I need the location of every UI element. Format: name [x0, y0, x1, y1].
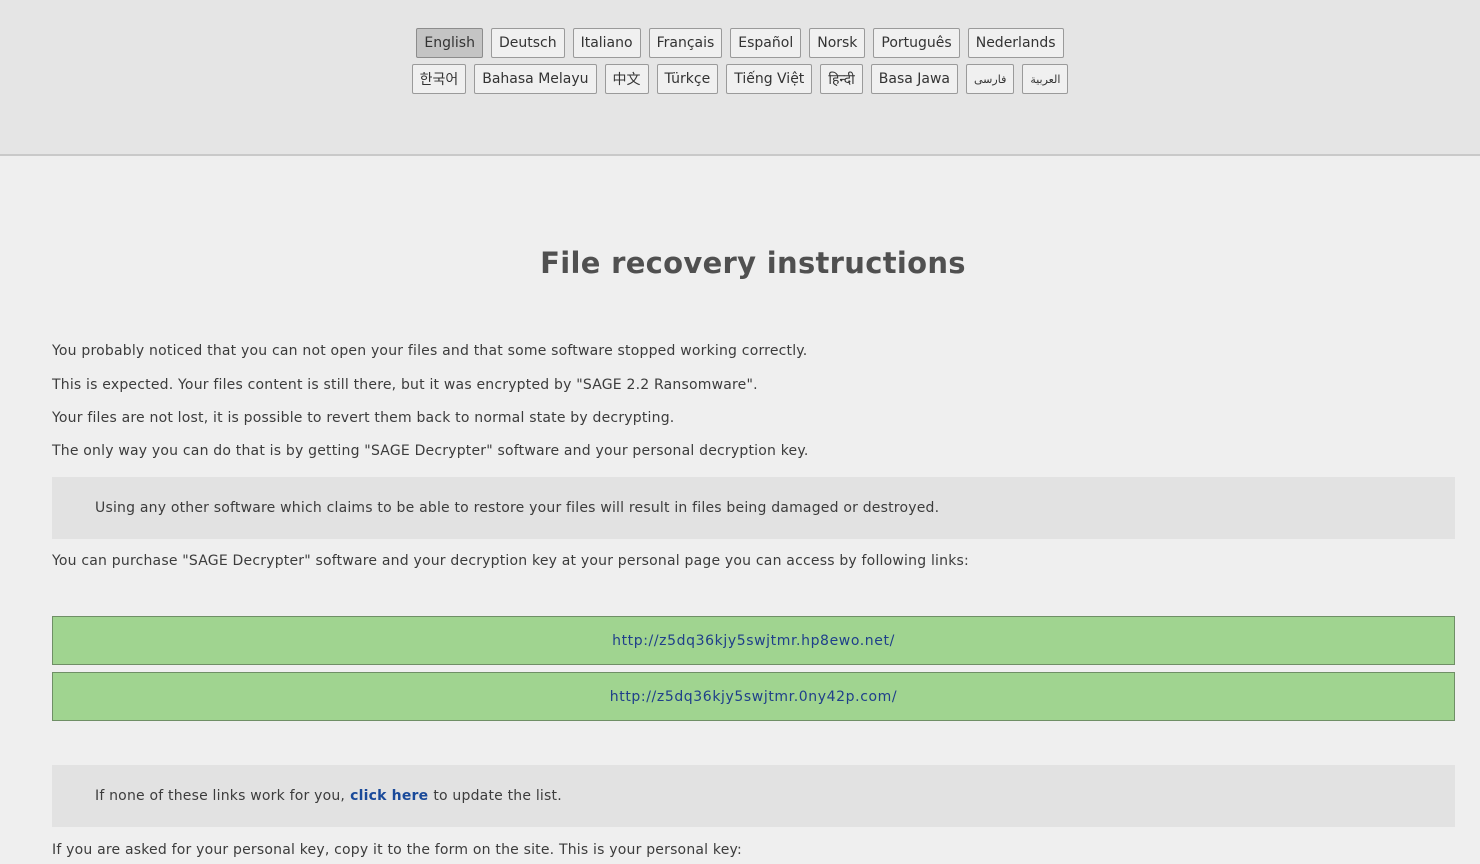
language-row-1: English Deutsch Italiano Français Españo… — [0, 28, 1480, 58]
intro-paragraph-4: The only way you can do that is by getti… — [52, 443, 809, 459]
link-1-text[interactable]: http://z5dq36kjy5swjtmr.hp8ewo.net/ — [612, 633, 895, 649]
click-here-link[interactable]: click here — [350, 788, 428, 804]
lang-button-bahasa-melayu[interactable]: Bahasa Melayu — [474, 64, 597, 94]
lang-button-italiano[interactable]: Italiano — [572, 28, 641, 58]
lang-button-korean[interactable]: 한국어 — [411, 64, 467, 94]
link-2-text[interactable]: http://z5dq36kjy5swjtmr.0ny42p.com/ — [610, 689, 897, 705]
update-list-box: If none of these links work for you, cli… — [52, 765, 1455, 827]
lang-button-norsk[interactable]: Norsk — [809, 28, 866, 58]
intro-paragraph-1: You probably noticed that you can not op… — [52, 343, 808, 359]
lang-button-farsi[interactable]: فارسی — [966, 64, 1015, 94]
lang-button-deutsch[interactable]: Deutsch — [490, 28, 565, 58]
lang-button-chinese[interactable]: 中文 — [604, 64, 649, 94]
update-prefix-text: If none of these links work for you, — [95, 788, 346, 804]
personal-page-link-1[interactable]: http://z5dq36kjy5swjtmr.hp8ewo.net/ — [52, 616, 1455, 665]
lang-button-espanol[interactable]: Español — [730, 28, 802, 58]
page-title: File recovery instructions — [540, 246, 966, 280]
lang-button-basa-jawa[interactable]: Basa Jawa — [870, 64, 959, 94]
purchase-paragraph: You can purchase "SAGE Decrypter" softwa… — [52, 553, 969, 569]
lang-button-francais[interactable]: Français — [648, 28, 723, 58]
lang-button-nederlands[interactable]: Nederlands — [967, 28, 1064, 58]
language-row-2: 한국어 Bahasa Melayu 中文 Türkçe Tiếng Việt ह… — [0, 64, 1480, 94]
update-suffix-text: to update the list. — [433, 788, 562, 804]
lang-button-hindi[interactable]: हिन्दी — [820, 64, 863, 94]
lang-button-arabic[interactable]: العربية — [1022, 64, 1069, 94]
lang-button-english[interactable]: English — [416, 28, 483, 58]
lang-button-turkce[interactable]: Türkçe — [656, 64, 719, 94]
intro-paragraph-2: This is expected. Your files content is … — [52, 377, 758, 393]
intro-paragraph-3: Your files are not lost, it is possible … — [52, 410, 675, 426]
personal-page-link-2[interactable]: http://z5dq36kjy5swjtmr.0ny42p.com/ — [52, 672, 1455, 721]
warning-text: Using any other software which claims to… — [95, 500, 940, 516]
lang-button-tieng-viet[interactable]: Tiếng Việt — [726, 64, 813, 94]
language-bar: English Deutsch Italiano Français Españo… — [0, 0, 1480, 156]
lang-button-portugues[interactable]: Português — [873, 28, 960, 58]
personal-key-paragraph: If you are asked for your personal key, … — [52, 842, 742, 858]
warning-box: Using any other software which claims to… — [52, 477, 1455, 539]
